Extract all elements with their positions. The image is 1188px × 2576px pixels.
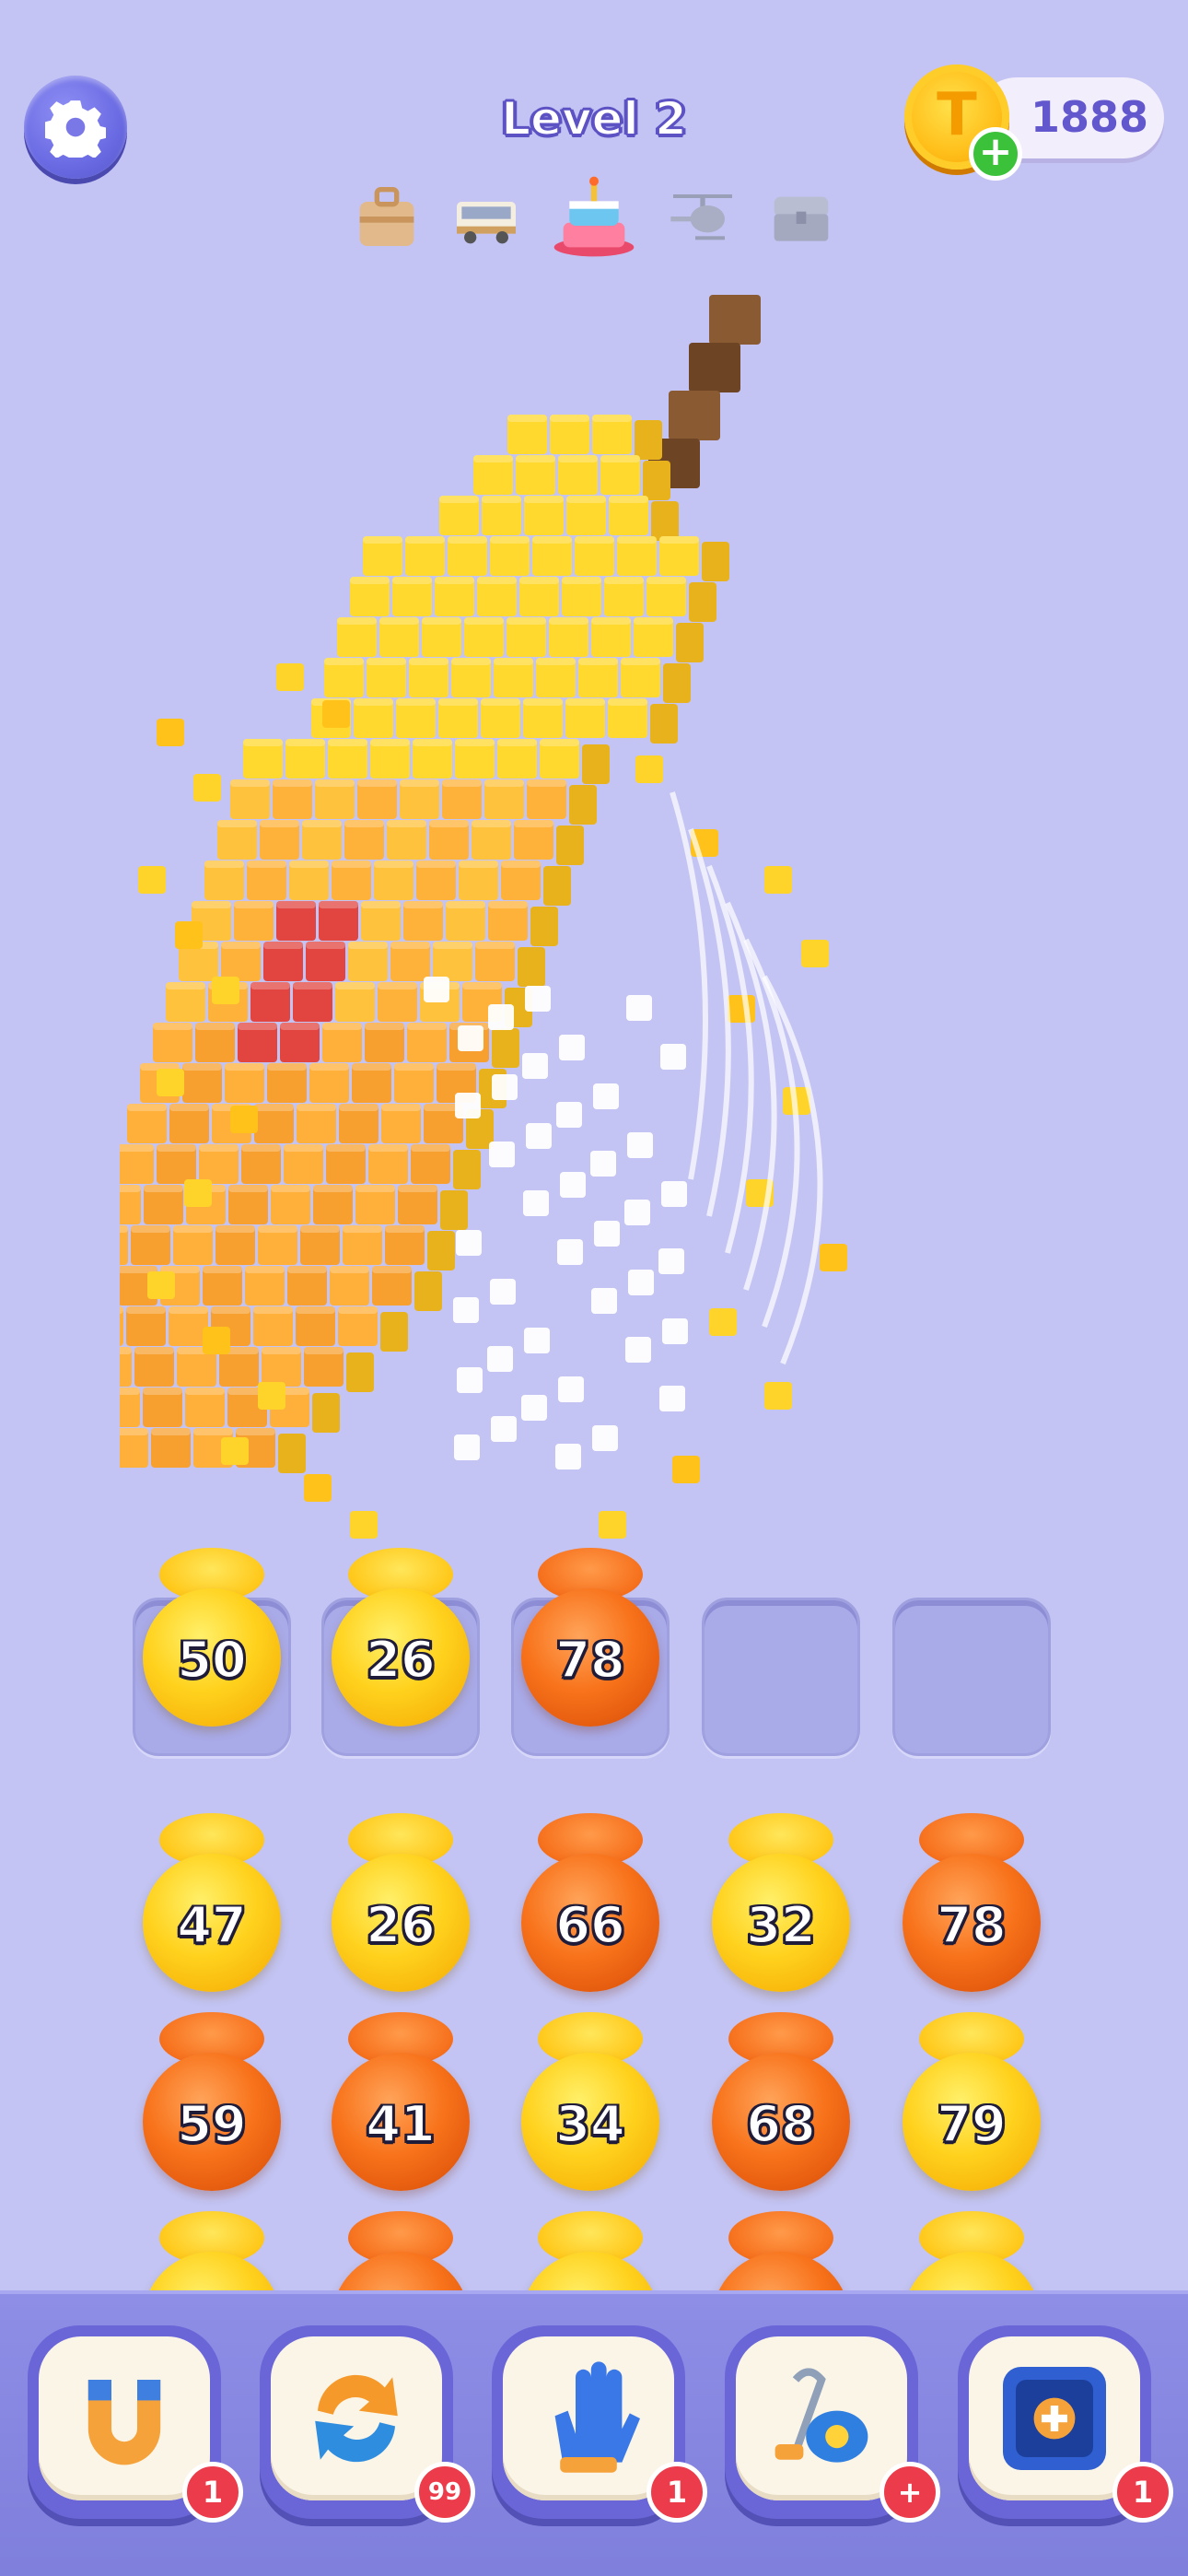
ball-number: 79 bbox=[936, 2094, 1007, 2154]
ball-number: 78 bbox=[936, 1895, 1007, 1955]
grid-ball[interactable] bbox=[521, 2211, 659, 2296]
booster-count-badge[interactable]: + bbox=[879, 2462, 940, 2523]
grid-ball[interactable]: 26 bbox=[332, 1813, 470, 1997]
grid-ball[interactable]: 32 bbox=[712, 1813, 850, 1997]
vacuum-icon bbox=[736, 2336, 907, 2500]
glove-icon bbox=[503, 2336, 674, 2500]
grid-ball[interactable]: 59 bbox=[143, 2012, 281, 2196]
grid-ball[interactable]: 78 bbox=[903, 1813, 1041, 1997]
ball-number: 34 bbox=[554, 2094, 625, 2154]
ball-body bbox=[903, 2252, 1041, 2296]
grid-ball[interactable] bbox=[903, 2211, 1041, 2296]
grid-ball[interactable]: 41 bbox=[332, 2012, 470, 2196]
ball-number: 26 bbox=[365, 1630, 436, 1690]
voxel-banana bbox=[76, 276, 903, 1566]
suitcase-icon bbox=[350, 180, 424, 253]
banana-model-icon bbox=[76, 295, 847, 1539]
tray-slot bbox=[892, 1598, 1051, 1756]
add-slot-icon bbox=[969, 2336, 1140, 2500]
grid-ball[interactable] bbox=[332, 2211, 470, 2296]
grid-ball[interactable]: 34 bbox=[521, 2012, 659, 2196]
ball-number: 66 bbox=[554, 1895, 625, 1955]
ball-number: 50 bbox=[176, 1630, 247, 1690]
ball-body bbox=[143, 2252, 281, 2296]
ball-number: 78 bbox=[554, 1630, 625, 1690]
tray-ball[interactable]: 50 bbox=[143, 1548, 281, 1732]
ball-body bbox=[332, 2252, 470, 2296]
ball-body bbox=[521, 2252, 659, 2296]
booster-count-badge: 99 bbox=[414, 2462, 475, 2523]
ball-body bbox=[712, 2252, 850, 2296]
shuffle-icon bbox=[271, 2336, 442, 2500]
helicopter-icon bbox=[666, 180, 740, 253]
ball-number: 26 bbox=[365, 1895, 436, 1955]
tray-ball[interactable]: 26 bbox=[332, 1548, 470, 1732]
ball-number: 59 bbox=[176, 2094, 247, 2154]
magnet-icon bbox=[39, 2336, 210, 2500]
cake-icon bbox=[548, 170, 640, 263]
ball-number: 68 bbox=[745, 2094, 816, 2154]
tray-ball[interactable]: 78 bbox=[521, 1548, 659, 1732]
tray-slot bbox=[702, 1598, 860, 1756]
ball-number: 47 bbox=[176, 1895, 247, 1955]
coin-count: 1888 bbox=[1030, 92, 1149, 142]
ball-number: 41 bbox=[365, 2094, 436, 2154]
grid-ball[interactable]: 66 bbox=[521, 1813, 659, 1997]
ball-number: 32 bbox=[745, 1895, 816, 1955]
booster-count-badge: 1 bbox=[182, 2462, 243, 2523]
grid-ball[interactable] bbox=[143, 2211, 281, 2296]
stage-progress bbox=[350, 175, 838, 258]
add-coins-button[interactable]: + bbox=[969, 127, 1022, 181]
grid-ball[interactable]: 68 bbox=[712, 2012, 850, 2196]
ball-grid: 47 26 66 32 78 59 41 34 68 79 bbox=[0, 1797, 1188, 2296]
booster-count-badge: 1 bbox=[646, 2462, 707, 2523]
grid-ball[interactable]: 47 bbox=[143, 1813, 281, 1997]
chest-icon bbox=[764, 180, 838, 253]
grid-ball[interactable]: 79 bbox=[903, 2012, 1041, 2196]
booster-count-badge: 1 bbox=[1112, 2462, 1173, 2523]
truck-icon bbox=[449, 180, 523, 253]
grid-ball[interactable] bbox=[712, 2211, 850, 2296]
